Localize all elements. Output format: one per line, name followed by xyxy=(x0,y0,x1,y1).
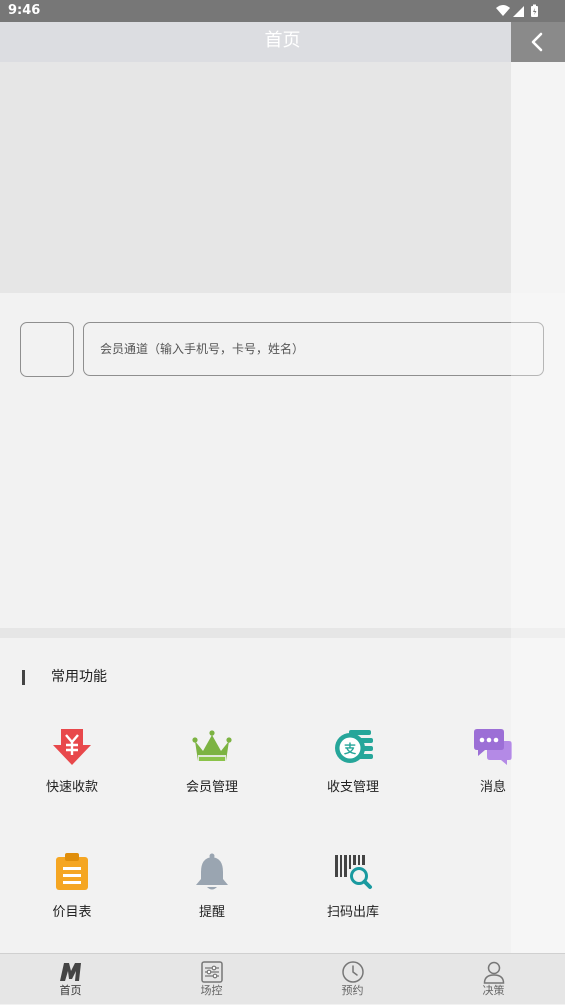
feature-label: 消息 xyxy=(479,780,506,795)
coin-stack-icon: 支 xyxy=(335,730,373,763)
banner[interactable] xyxy=(0,62,511,293)
banner-edge xyxy=(511,62,565,293)
tab-venue-control[interactable]: 场控 xyxy=(141,954,282,1005)
feature-label: 提醒 xyxy=(198,905,225,920)
status-time: 9:46 xyxy=(8,3,41,18)
section-marker xyxy=(22,670,25,685)
barcode-search-icon xyxy=(335,855,372,889)
tab-home[interactable]: 首页 xyxy=(0,954,141,1005)
bottom-tab-bar: 首页 场控 预约 决策 xyxy=(0,953,565,1004)
feature-label: 收支管理 xyxy=(326,780,379,795)
feature-quick-payment[interactable]: 快速收款 xyxy=(12,727,132,807)
feature-label: 价目表 xyxy=(52,905,92,920)
section-title: 常用功能 xyxy=(51,669,107,685)
back-button[interactable] xyxy=(511,22,565,62)
feature-label: 快速收款 xyxy=(45,780,98,795)
yen-arrow-icon xyxy=(53,729,91,765)
crown-icon xyxy=(192,730,232,761)
chevron-left-icon xyxy=(531,32,543,52)
feature-member-management[interactable]: 会员管理 xyxy=(152,727,272,807)
signal-icon xyxy=(513,6,524,17)
chat-bubbles-icon xyxy=(474,729,512,765)
bell-icon xyxy=(196,853,228,890)
feature-messages[interactable]: 消息 xyxy=(433,727,553,807)
m-logo-icon xyxy=(60,963,81,981)
tab-label: 预约 xyxy=(341,984,364,997)
tab-label: 决策 xyxy=(482,984,505,997)
wifi-icon xyxy=(496,5,510,16)
member-avatar-box[interactable] xyxy=(20,322,74,377)
user-icon xyxy=(483,961,505,984)
tab-label: 场控 xyxy=(200,984,223,997)
feature-scan-outbound[interactable]: 扫码出库 xyxy=(293,852,413,932)
drawer-edge-overlay xyxy=(511,293,565,953)
status-icons xyxy=(496,4,538,17)
svg-text:支: 支 xyxy=(343,741,357,756)
feature-reminder[interactable]: 提醒 xyxy=(152,852,272,932)
status-bar: 9:46 xyxy=(0,0,565,22)
feature-label: 会员管理 xyxy=(185,780,238,795)
clock-icon xyxy=(342,961,364,983)
tab-booking[interactable]: 预约 xyxy=(282,954,423,1005)
feature-income-expense[interactable]: 支 收支管理 xyxy=(293,727,413,807)
battery-icon xyxy=(531,4,538,17)
tab-decision[interactable]: 决策 xyxy=(423,954,564,1005)
feature-price-list[interactable]: 价目表 xyxy=(12,852,132,932)
section-divider xyxy=(0,628,565,638)
sliders-icon xyxy=(201,961,223,983)
feature-label: 扫码出库 xyxy=(326,905,379,920)
clipboard-icon xyxy=(56,853,88,890)
tab-label: 首页 xyxy=(59,984,82,997)
page-title: 首页 xyxy=(264,30,301,51)
member-search-input[interactable] xyxy=(83,322,544,376)
